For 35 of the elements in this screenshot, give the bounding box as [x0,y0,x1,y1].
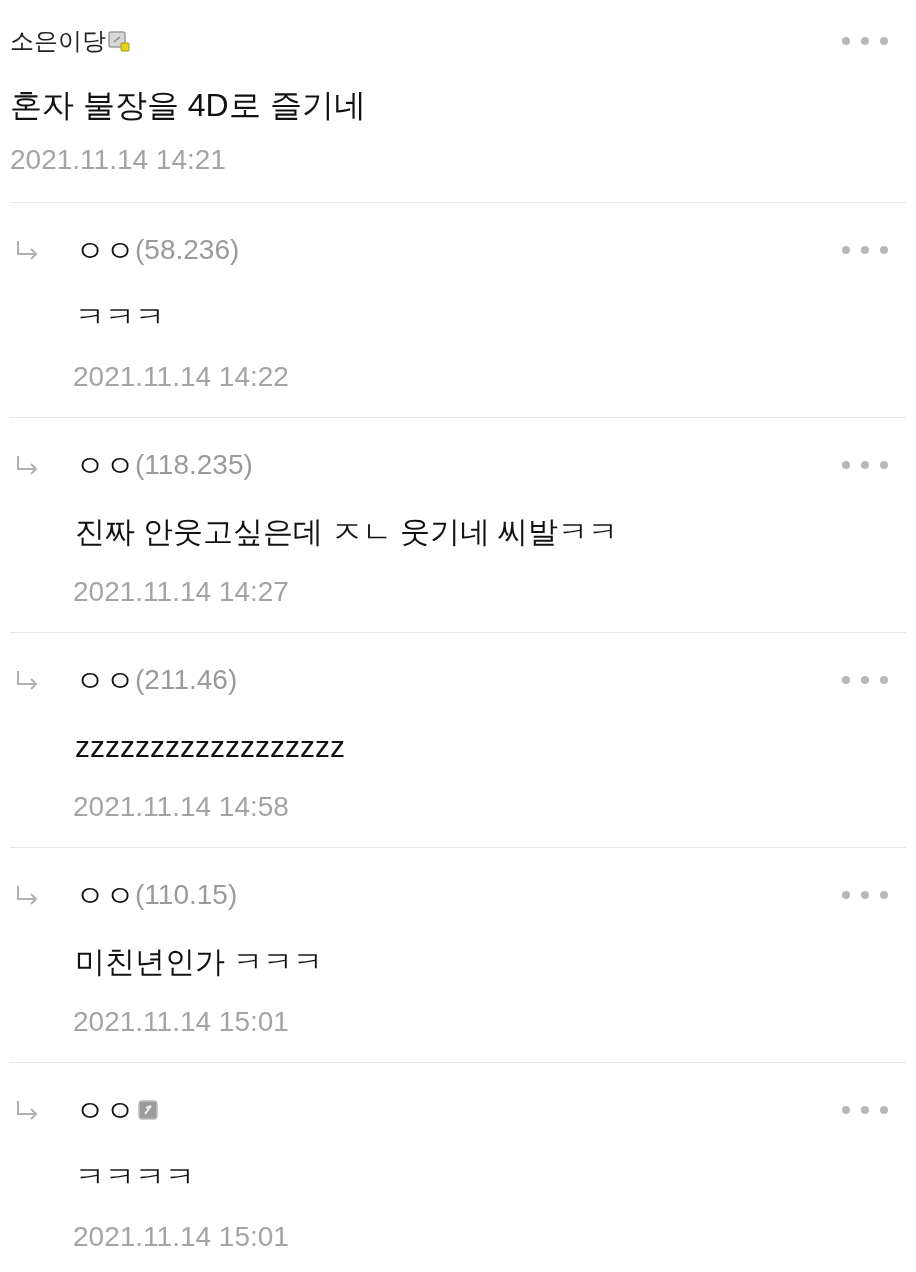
author-name: ㅇㅇ [75,877,135,914]
reply-text: 진짜 안웃고싶은데 ㅈㄴ 웃기네 씨발ㅋㅋ [75,514,620,550]
reply-arrow-icon [15,239,39,261]
author-name: ㅇㅇ [75,447,135,484]
reply-text: zzzzzzzzzzzzzzzzzz [75,729,346,765]
reply-time: 2021.11.14 14:27 [73,575,290,609]
member-badge-icon [108,30,130,52]
ip-address: (58.236) [135,233,240,267]
reply-time: 2021.11.14 14:58 [73,790,290,824]
reply-time: 2021.11.14 15:01 [73,1220,290,1254]
reply-arrow-icon [15,884,39,906]
more-options-icon[interactable] [840,1104,890,1116]
reply-arrow-icon [15,1099,39,1121]
author-name: ㅇㅇ [75,662,135,699]
reply-arrow-icon [15,454,39,476]
more-options-icon[interactable] [840,244,890,256]
reply-text: 미친년인가 ㅋㅋㅋ [75,944,325,980]
ip-address: (110.15) [135,878,238,912]
reply-time: 2021.11.14 14:22 [73,360,290,394]
member-badge-icon [138,1100,158,1120]
reply-arrow-icon [15,669,39,691]
more-options-icon[interactable] [840,889,890,901]
author-name: ㅇㅇ [75,1092,135,1129]
author-name: 소은이당 [10,26,106,56]
reply-text: ㅋㅋㅋㅋ [75,1159,196,1195]
more-options-icon[interactable] [840,35,890,47]
reply-time: 2021.11.14 15:01 [73,1005,290,1039]
author-name: ㅇㅇ [75,232,135,269]
more-options-icon[interactable] [840,459,890,471]
post-time: 2021.11.14 14:21 [10,143,227,177]
ip-address: (211.46) [135,663,238,697]
more-options-icon[interactable] [840,674,890,686]
ip-address: (118.235) [135,448,253,482]
post-text: 혼자 불장을 4D로 즐기네 [10,86,367,125]
reply-text: ㅋㅋㅋ [75,299,166,335]
